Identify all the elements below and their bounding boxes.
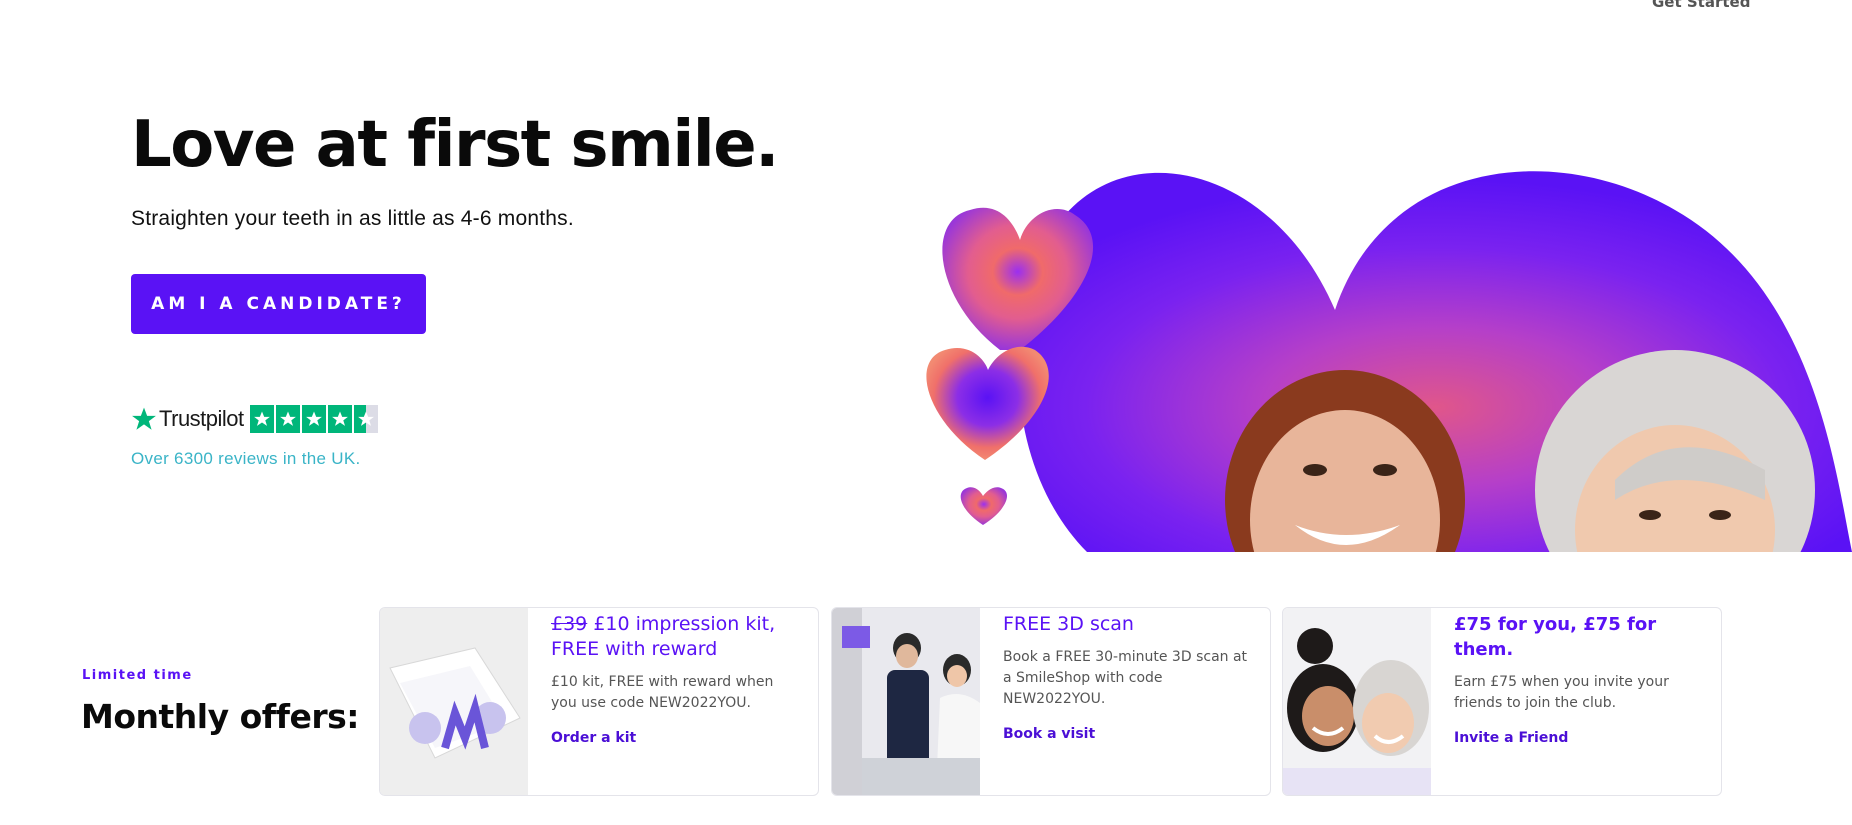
offer-title: £39 £10 impression kit, FREE with reward [551, 612, 798, 662]
hero-title: Love at first smile. [131, 108, 779, 182]
star-icon [275, 405, 300, 433]
book-a-visit-link[interactable]: Book a visit [1003, 726, 1095, 742]
offer-card-referral[interactable]: £75 for you, £75 for them. Earn £75 when… [1282, 607, 1722, 796]
offer-title: £75 for you, £75 for them. [1454, 614, 1657, 660]
impression-kit-image [380, 608, 528, 795]
offer-card-impression-kit[interactable]: £39 £10 impression kit, FREE with reward… [379, 607, 819, 796]
star-icon [301, 405, 326, 433]
order-a-kit-link[interactable]: Order a kit [551, 730, 636, 746]
offers-eyebrow: Limited time [82, 668, 193, 683]
hero-subtitle: Straighten your teeth in as little as 4-… [131, 207, 574, 230]
trustpilot-brand: Trustpilot [159, 406, 244, 431]
offer-description: Earn £75 when you invite your friends to… [1454, 674, 1669, 711]
star-icon [327, 405, 352, 433]
friends-image [1283, 608, 1431, 795]
trustpilot-rating[interactable]: Trustpilot [131, 404, 380, 434]
trustpilot-stars [249, 405, 380, 433]
trustpilot-review-count: Over 6300 reviews in the UK. [131, 449, 361, 468]
half-star-icon [353, 405, 378, 433]
hero-image [915, 170, 1852, 552]
offer-title: FREE 3D scan [1003, 613, 1134, 635]
am-i-a-candidate-button[interactable]: AM I A CANDIDATE? [131, 274, 426, 334]
offers-heading: Monthly offers: [81, 697, 359, 736]
invite-a-friend-link[interactable]: Invite a Friend [1454, 730, 1568, 746]
get-started-link[interactable]: Get Started [1652, 0, 1750, 11]
offer-description: Book a FREE 30-minute 3D scan at a Smile… [1003, 649, 1248, 707]
dentist-scan-image [832, 608, 980, 795]
star-icon [249, 405, 274, 433]
old-price: £39 [551, 613, 588, 635]
offer-description: £10 kit, FREE with reward when you use c… [551, 674, 774, 711]
offer-card-3d-scan[interactable]: FREE 3D scan Book a FREE 30-minute 3D sc… [831, 607, 1271, 796]
trustpilot-star-icon [132, 407, 156, 430]
trustpilot-logo: Trustpilot [131, 406, 244, 432]
